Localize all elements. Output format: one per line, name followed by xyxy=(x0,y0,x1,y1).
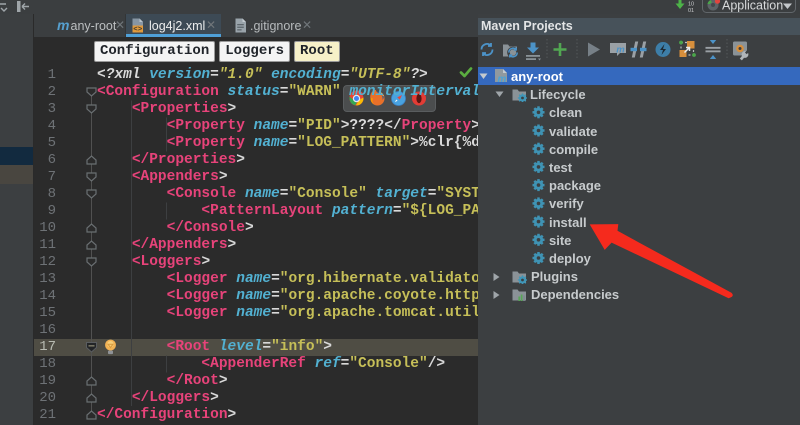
svg-text:Application: Application xyxy=(722,0,783,13)
svg-text:m: m xyxy=(616,45,625,56)
svg-text:01: 01 xyxy=(688,8,694,14)
svg-text:m: m xyxy=(498,74,507,83)
svg-text:10: 10 xyxy=(688,2,694,8)
svg-text:<>: <> xyxy=(133,26,143,33)
